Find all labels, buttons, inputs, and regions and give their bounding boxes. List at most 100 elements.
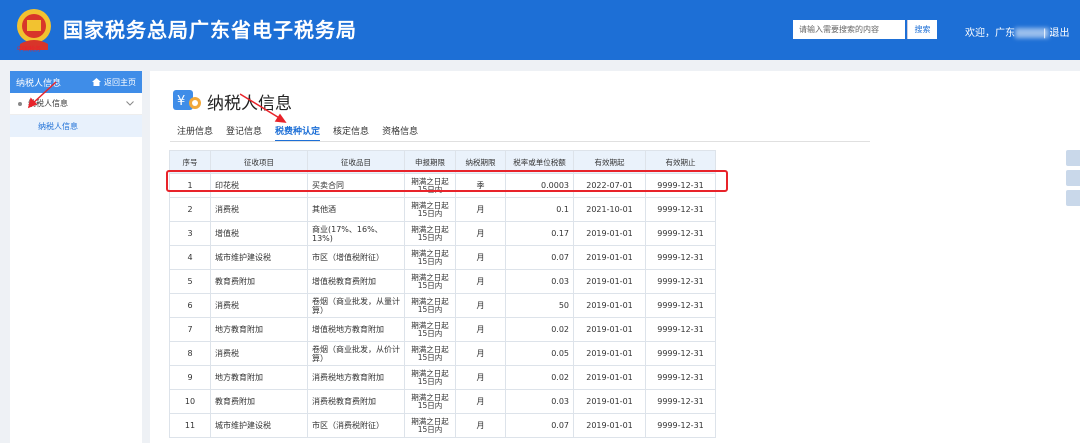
levy-category-cell: 市区（消费税附征） bbox=[307, 413, 405, 438]
home-link[interactable]: 返回主页 bbox=[92, 77, 136, 88]
valid-to-cell: 9999-12-31 bbox=[645, 269, 716, 294]
top-header: 中国税务 国家税务总局广东省电子税务局 请输入需要搜索的内容 搜索 欢迎，广东.… bbox=[0, 0, 1080, 60]
tool-icon[interactable] bbox=[1066, 190, 1080, 206]
valid-to-cell: 9999-12-31 bbox=[645, 413, 716, 438]
levy-item-cell: 教育费附加 bbox=[210, 389, 308, 414]
table-row: 10 教育费附加 消费税教育费附加 期满之日起15日内月 0.03 2019-01-01 9… bbox=[169, 389, 716, 414]
valid-from-cell: 2019-01-01 bbox=[573, 317, 646, 342]
tax-period-cell: 月 bbox=[455, 413, 506, 438]
tax-period-cell: 月 bbox=[455, 293, 506, 318]
table-row: 7 地方教育附加 增值税地方教育附加 期满之日起15日内月 0.02 2019-01-01… bbox=[169, 317, 716, 342]
tax-rate-cell: 0.03 bbox=[505, 389, 574, 414]
levy-item-cell: 教育费附加 bbox=[210, 269, 308, 294]
filing-deadline-cell: 期满之日起15日内 bbox=[404, 197, 456, 222]
search-input[interactable]: 请输入需要搜索的内容 bbox=[793, 20, 905, 39]
valid-to-cell: 9999-12-31 bbox=[645, 245, 716, 270]
levy-category-cell: 消费税教育费附加 bbox=[307, 389, 405, 414]
tax-period-cell: 月 bbox=[455, 245, 506, 270]
row-index-cell: 9 bbox=[169, 365, 211, 390]
levy-item-cell: 消费税 bbox=[210, 197, 308, 222]
sidebar-subitem-taxpayer-info[interactable]: 纳税人信息 bbox=[10, 115, 142, 137]
filing-deadline-cell: 期满之日起15日内 bbox=[404, 245, 456, 270]
levy-category-cell: 卷烟（商业批发，从价计算） bbox=[307, 341, 405, 366]
tab-tax-type-assessment[interactable]: 税费种认定 bbox=[275, 124, 321, 142]
levy-item-cell: 增值税 bbox=[210, 221, 308, 246]
valid-to-cell: 9999-12-31 bbox=[645, 293, 716, 318]
tax-period-cell: 月 bbox=[455, 269, 506, 294]
home-icon bbox=[92, 78, 101, 86]
row-index-cell: 11 bbox=[169, 413, 211, 438]
levy-item-cell: 消费税 bbox=[210, 341, 308, 366]
tool-icon[interactable] bbox=[1066, 170, 1080, 186]
tax-period-cell: 月 bbox=[455, 197, 506, 222]
tax-rate-cell: 0.02 bbox=[505, 365, 574, 390]
table-row: 5 教育费附加 增值税教育费附加 期满之日起15日内月 0.03 2019-01-01 99… bbox=[169, 269, 716, 294]
valid-to-cell: 9999-12-31 bbox=[645, 389, 716, 414]
main-panel: ¥ 纳税人信息 注册信息 登记信息 税费种认定 核定信息 资格信息 序号 征收项… bbox=[150, 71, 1080, 443]
filing-deadline-cell: 期满之日起15日内 bbox=[404, 221, 456, 246]
tab-enrollment-info[interactable]: 登记信息 bbox=[226, 124, 262, 142]
filing-deadline-cell: 期满之日起15日内 bbox=[404, 293, 456, 318]
table-row: 2 消费税 其他酒 期满之日起15日内月 0.1 2021-10-01 9999-12-31 bbox=[169, 197, 716, 222]
sidebar-title: 纳税人信息 bbox=[16, 78, 62, 89]
tax-rate-cell: 0.02 bbox=[505, 317, 574, 342]
levy-item-cell: 城市维护建设税 bbox=[210, 245, 308, 270]
logout-link[interactable]: | 退出 bbox=[1043, 24, 1070, 39]
filing-deadline-cell: 期满之日起15日内 bbox=[404, 317, 456, 342]
tab-bar: 注册信息 登记信息 税费种认定 核定信息 资格信息 bbox=[177, 124, 418, 142]
filing-deadline-cell: 期满之日起15日内 bbox=[404, 365, 456, 390]
site-title: 国家税务总局广东省电子税务局 bbox=[63, 18, 357, 42]
row-index-cell: 4 bbox=[169, 245, 211, 270]
row-index-cell: 5 bbox=[169, 269, 211, 294]
filing-deadline-cell: 期满之日起15日内 bbox=[404, 413, 456, 438]
levy-category-cell: 其他酒 bbox=[307, 197, 405, 222]
tax-period-cell: 月 bbox=[455, 221, 506, 246]
svg-text:¥: ¥ bbox=[177, 94, 185, 109]
sidebar-item-label: 纳税人信息 bbox=[28, 99, 68, 108]
levy-item-cell: 地方教育附加 bbox=[210, 365, 308, 390]
valid-from-cell: 2019-01-01 bbox=[573, 413, 646, 438]
home-link-label: 返回主页 bbox=[104, 77, 136, 87]
tax-rate-cell: 0.05 bbox=[505, 341, 574, 366]
table-row: 3 增值税 商业(17%、16%、13%) 期满之日起15日内月 0.17 2019-01… bbox=[169, 221, 716, 246]
tax-rate-cell: 0.1 bbox=[505, 197, 574, 222]
levy-category-cell: 商业(17%、16%、13%) bbox=[307, 221, 405, 246]
row-index-cell: 8 bbox=[169, 341, 211, 366]
tax-period-cell: 月 bbox=[455, 389, 506, 414]
tax-rate-cell: 0.03 bbox=[505, 269, 574, 294]
chevron-down-icon bbox=[126, 101, 134, 106]
highlight-box bbox=[166, 170, 728, 192]
valid-to-cell: 9999-12-31 bbox=[645, 341, 716, 366]
valid-from-cell: 2019-01-01 bbox=[573, 221, 646, 246]
tax-period-cell: 月 bbox=[455, 317, 506, 342]
sidebar-header: 纳税人信息 返回主页 bbox=[10, 71, 142, 93]
valid-to-cell: 9999-12-31 bbox=[645, 221, 716, 246]
taxpayer-info-icon: ¥ bbox=[173, 90, 201, 110]
floating-toolbar bbox=[1066, 150, 1080, 206]
tab-registration-info[interactable]: 注册信息 bbox=[177, 124, 213, 142]
tool-icon[interactable] bbox=[1066, 150, 1080, 166]
valid-to-cell: 9999-12-31 bbox=[645, 317, 716, 342]
valid-to-cell: 9999-12-31 bbox=[645, 197, 716, 222]
valid-from-cell: 2019-01-01 bbox=[573, 293, 646, 318]
row-index-cell: 10 bbox=[169, 389, 211, 414]
tab-verification-info[interactable]: 核定信息 bbox=[333, 124, 369, 142]
table-row: 11 城市维护建设税 市区（消费税附征） 期满之日起15日内月 0.07 2019-01-… bbox=[169, 413, 716, 438]
valid-from-cell: 2019-01-01 bbox=[573, 365, 646, 390]
filing-deadline-cell: 期满之日起15日内 bbox=[404, 389, 456, 414]
bullet-icon bbox=[18, 101, 22, 106]
tax-type-table: 序号 征收项目 征收品目 申报期限 纳税期限 税率或单位税额 有效期起 有效期止… bbox=[169, 150, 716, 438]
table-row: 8 消费税 卷烟（商业批发，从价计算） 期满之日起15日内月 0.05 2019-01-0… bbox=[169, 341, 716, 366]
page-title: 纳税人信息 bbox=[207, 94, 292, 114]
tab-qualification-info[interactable]: 资格信息 bbox=[382, 124, 418, 142]
levy-item-cell: 消费税 bbox=[210, 293, 308, 318]
sidebar-item-taxpayer-info[interactable]: 纳税人信息 bbox=[10, 93, 142, 115]
search-button[interactable]: 搜索 bbox=[907, 20, 937, 39]
welcome-label: 欢迎，广东 bbox=[965, 28, 1015, 39]
filing-deadline-cell: 期满之日起15日内 bbox=[404, 269, 456, 294]
row-index-cell: 3 bbox=[169, 221, 211, 246]
valid-from-cell: 2019-01-01 bbox=[573, 341, 646, 366]
levy-category-cell: 卷烟（商业批发，从量计算） bbox=[307, 293, 405, 318]
tax-rate-cell: 0.07 bbox=[505, 413, 574, 438]
levy-category-cell: 消费税地方教育附加 bbox=[307, 365, 405, 390]
